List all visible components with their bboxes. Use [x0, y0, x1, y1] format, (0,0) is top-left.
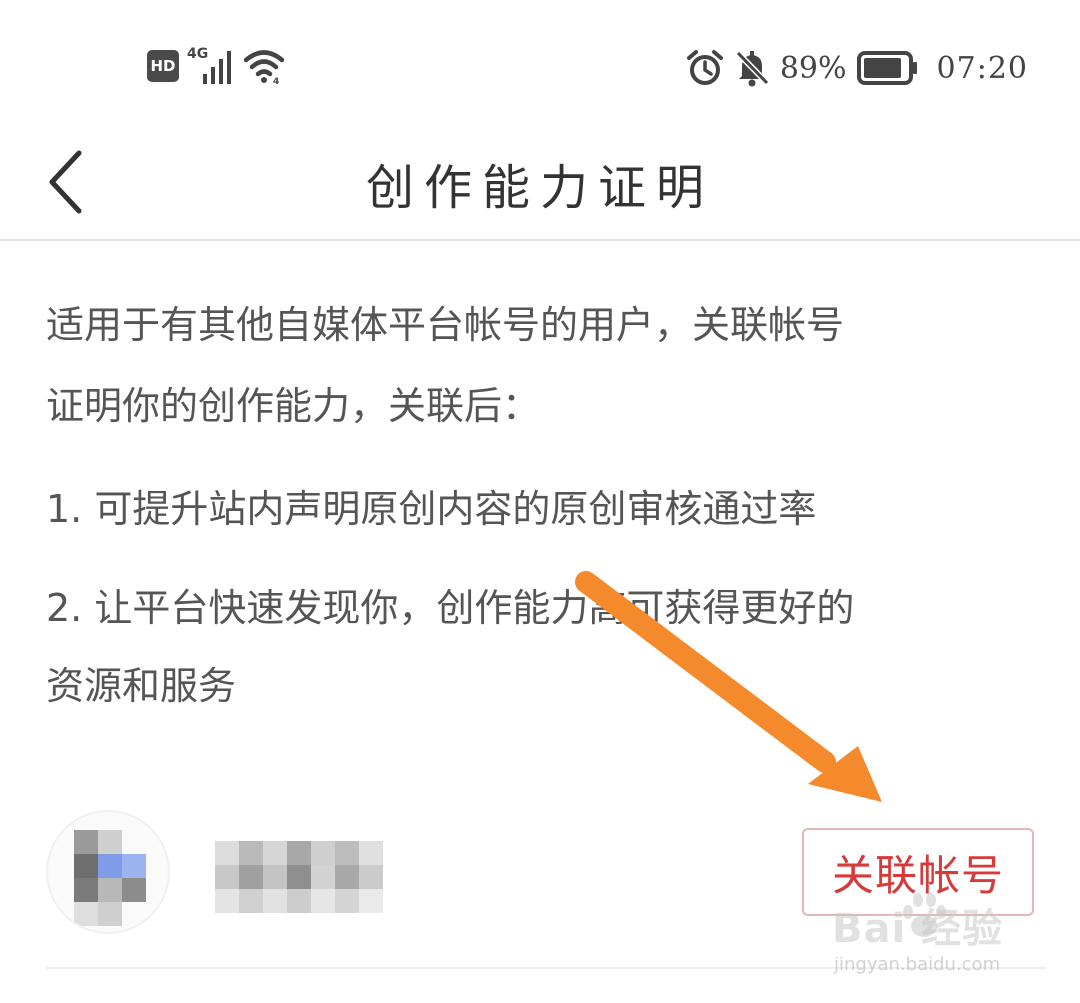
svg-text:4: 4 — [273, 77, 279, 85]
wifi-icon: 4 — [243, 50, 285, 85]
nav-bar: 创作能力证明 — [0, 130, 1080, 240]
cellular-indicator: 4G — [187, 46, 235, 86]
battery-icon — [856, 51, 917, 85]
avatar — [46, 810, 170, 934]
status-bar: HD 4G 4 89% 07:20 — [0, 0, 1080, 130]
hd-icon: HD — [147, 50, 179, 82]
paw-logo-icon — [903, 893, 946, 937]
watermark-url: jingyan.baidu.com — [834, 954, 1001, 975]
baidu-jingyan-watermark: Bai 经验 jingyan.baidu.com — [832, 888, 1032, 988]
status-left: HD 4G 4 — [147, 44, 285, 88]
alarm-icon — [686, 50, 723, 85]
signal-icon — [203, 51, 231, 84]
divider — [0, 239, 1080, 241]
page-title: 创作能力证明 — [365, 160, 714, 216]
status-right: 89% 07:20 — [686, 44, 1028, 92]
bell-muted-icon — [735, 50, 770, 87]
account-name — [215, 837, 385, 913]
annotation-arrow-icon — [575, 571, 882, 802]
battery-percent: 89% — [779, 50, 847, 86]
description-line: 证明你的创作能力，关联后： — [46, 384, 541, 428]
clock: 07:20 — [936, 50, 1028, 86]
description-line: 适用于有其他自媒体平台帐号的用户，关联帐号 — [46, 303, 845, 347]
